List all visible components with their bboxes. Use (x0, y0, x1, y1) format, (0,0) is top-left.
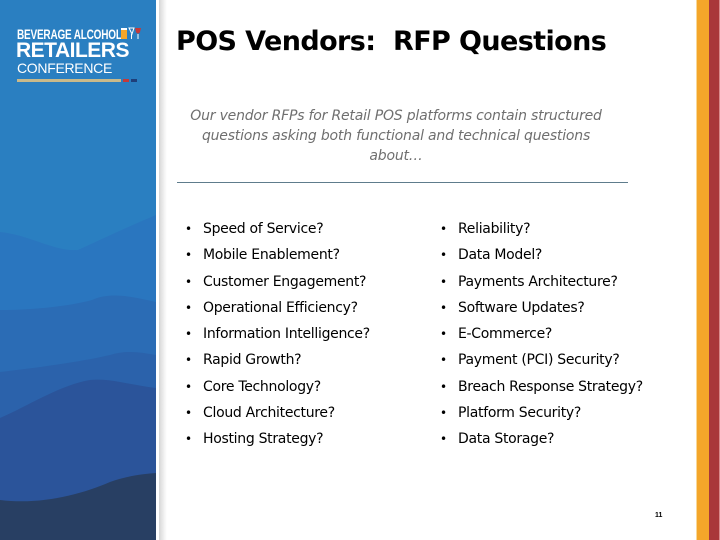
list-item-text: Mobile Enablement? (203, 247, 340, 264)
bullet-icon: • (185, 248, 192, 263)
bullet-icon: • (185, 432, 192, 447)
logo-underline (17, 79, 121, 82)
bullet-icon: • (440, 353, 447, 368)
list-item-text: Operational Efficiency? (203, 299, 358, 316)
bullet-icon: • (185, 379, 192, 394)
stripe-orange (697, 0, 709, 540)
bullet-icon: • (185, 274, 192, 289)
list-item-text: Data Storage? (458, 431, 555, 448)
bullet-icon: • (440, 248, 447, 263)
bullet-icon: • (185, 327, 192, 342)
slide-subtitle: Our vendor RFPs for Retail POS platforms… (190, 108, 602, 164)
logo-underline-navy (131, 79, 137, 82)
bullet-icon: • (185, 300, 192, 315)
divider-line (177, 182, 628, 183)
bullet-icon: • (440, 222, 447, 236)
list-item-text: Information Intelligence? (203, 326, 370, 343)
bullet-icon: • (185, 353, 192, 368)
sidebar-banner: BEVERAGE ALCOHOL RETAILERS CONFERENCE (0, 0, 156, 540)
bullet-icon: • (185, 406, 192, 421)
slide-title: POS Vendors: RFP Questions (176, 26, 607, 57)
logo-underline-red (123, 79, 129, 82)
conference-logo: BEVERAGE ALCOHOL RETAILERS CONFERENCE (16, 27, 141, 84)
stripe-red (709, 0, 719, 540)
list-item-text: Platform Security? (458, 405, 582, 422)
page-number: 11 (655, 512, 663, 519)
list-item-text: E-Commerce? (458, 326, 553, 343)
list-item-text: Hosting Strategy? (203, 431, 324, 448)
list-item-text: Software Updates? (458, 299, 585, 316)
logo-text-retailers: RETAILERS (16, 39, 129, 62)
bullet-icon: • (440, 327, 447, 342)
list-item-text: Cloud Architecture? (203, 405, 335, 422)
list-item-text: Rapid Growth? (203, 352, 302, 369)
bullet-icon: • (185, 222, 192, 236)
sidebar-shadow (159, 0, 167, 540)
bullet-icon: • (440, 406, 447, 421)
bullet-icon: • (440, 432, 447, 447)
list-item-text: Customer Engagement? (203, 273, 367, 290)
list-item-text: Payments Architecture? (458, 273, 618, 290)
slide: BEVERAGE ALCOHOL RETAILERS CONFERENCE PO… (0, 0, 720, 540)
list-item-text: Data Model? (458, 247, 543, 264)
list-item-text: Core Technology? (203, 378, 321, 395)
list-item-text: Reliability? (458, 221, 531, 237)
list-item-text: Payment (PCI) Security? (458, 352, 620, 369)
list-item-text: Breach Response Strategy? (458, 378, 643, 395)
logo-text-conference: CONFERENCE (17, 60, 113, 76)
list-item-text: Speed of Service? (203, 221, 324, 237)
bullet-icon: • (440, 379, 447, 394)
bullet-icon: • (440, 300, 447, 315)
bullet-icon: • (440, 274, 447, 289)
